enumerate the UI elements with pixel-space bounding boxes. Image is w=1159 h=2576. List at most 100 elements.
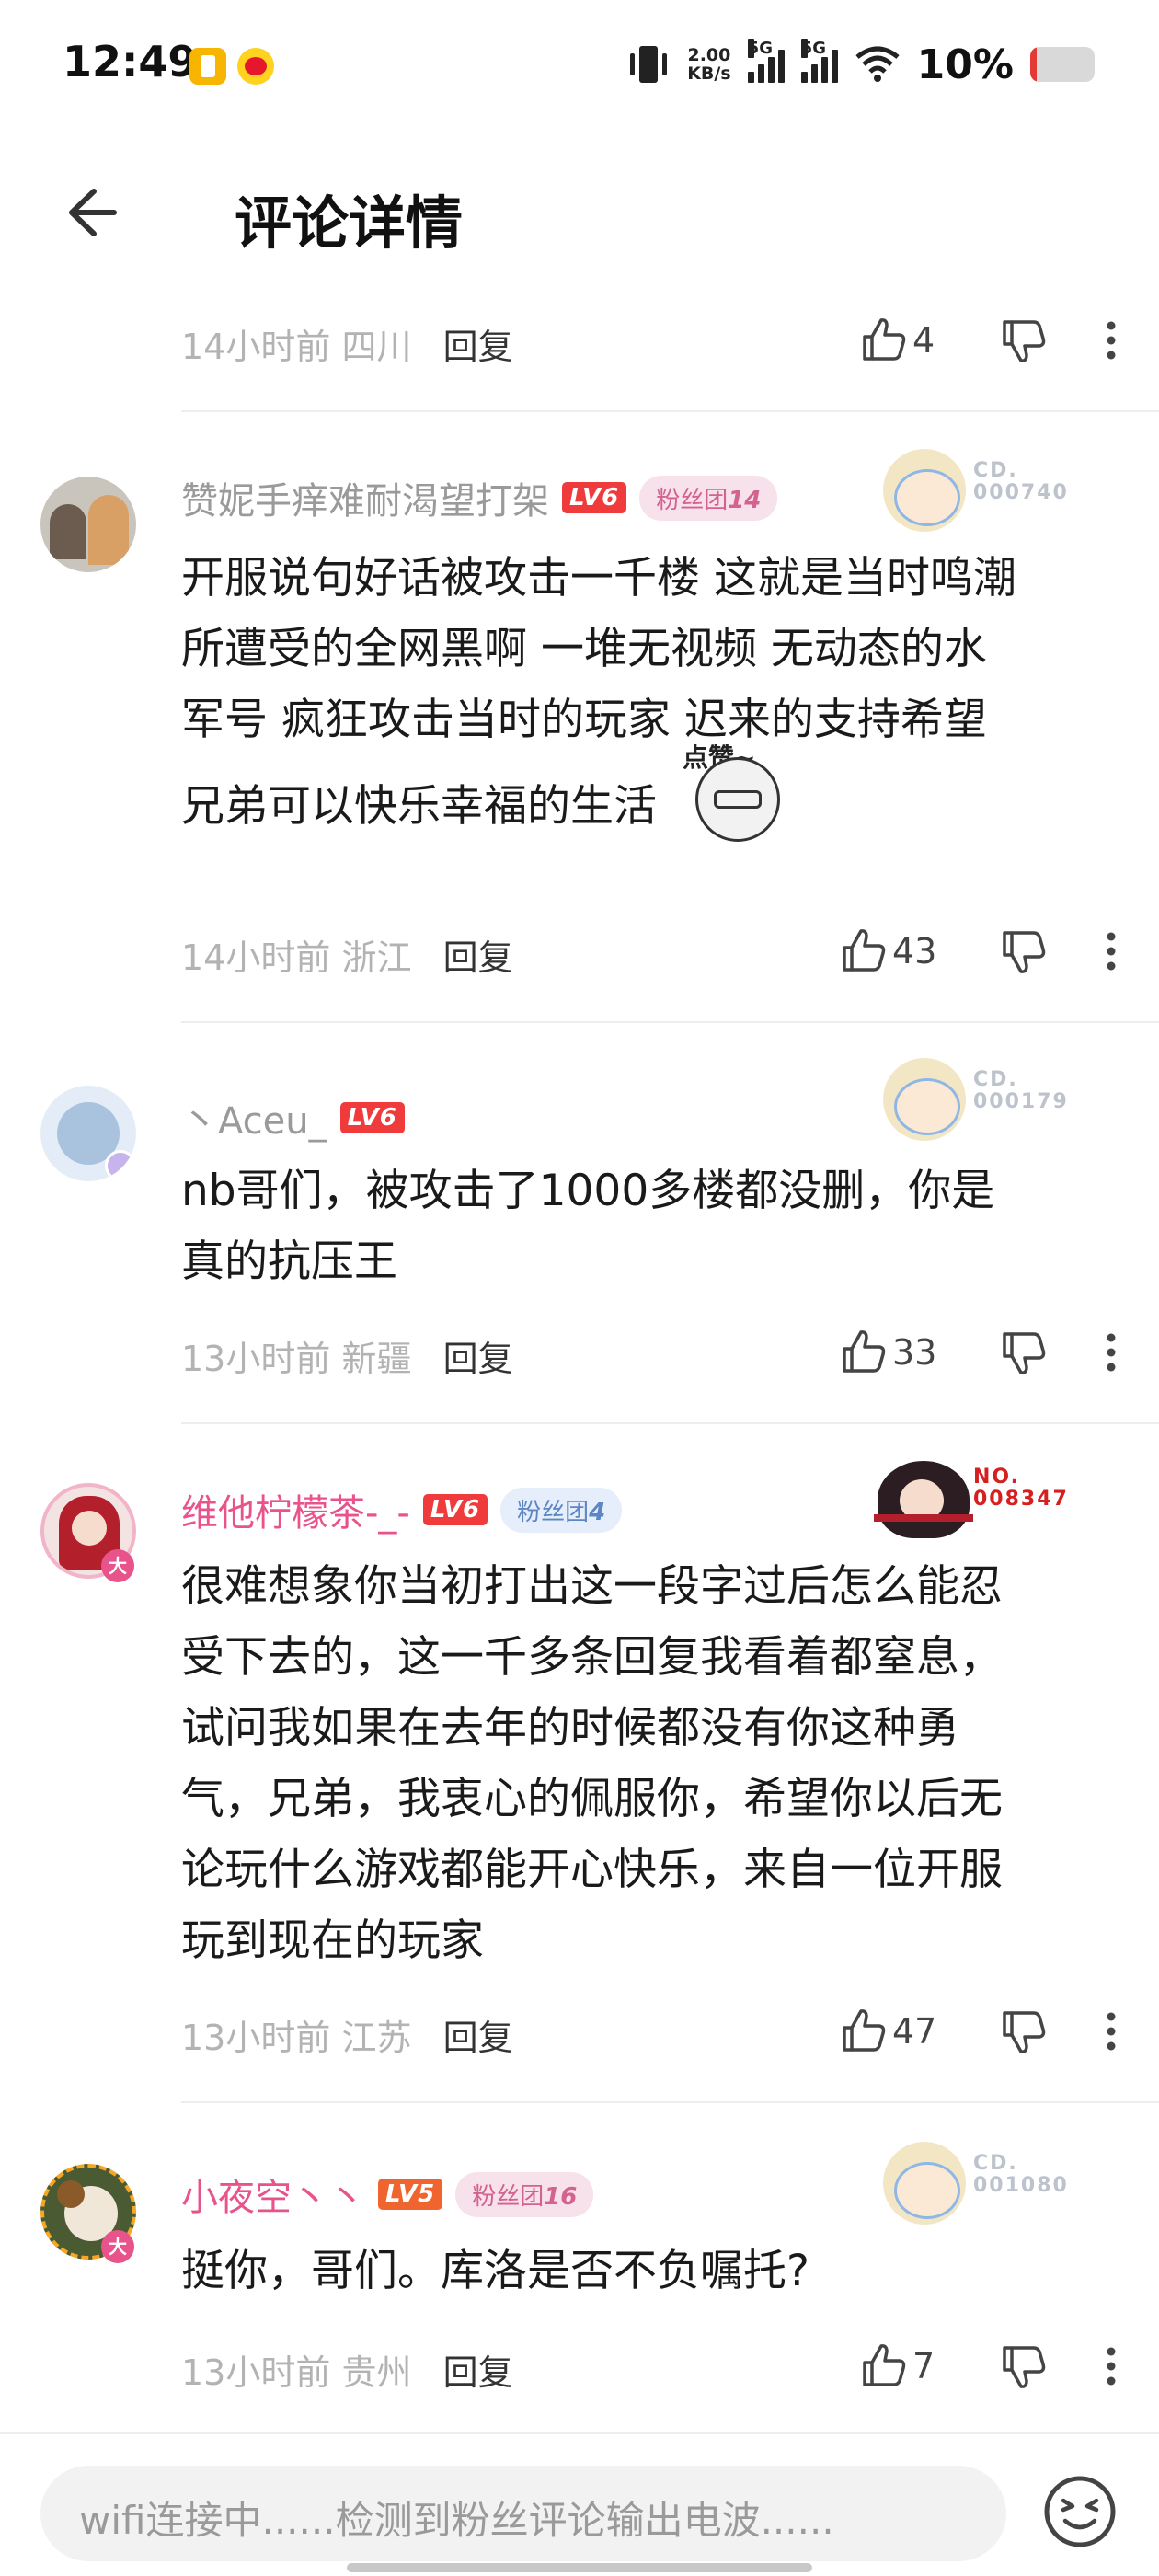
comment-text: 很难想象你当初打出这一段字过后怎么能忍 受下去的，这一千多条回复我看着都窒息， … xyxy=(181,1551,1129,1976)
comment-location: 新疆 xyxy=(341,1339,412,1379)
divider xyxy=(0,2432,1159,2434)
like-button[interactable]: 33 xyxy=(839,1328,936,1376)
fans-label: 粉丝团 xyxy=(517,1498,590,1526)
badge-digits: 000179 xyxy=(973,1090,1069,1113)
sim2-label: 5G xyxy=(800,39,826,58)
like-count: 33 xyxy=(892,1332,937,1373)
fans-level: 14 xyxy=(728,486,762,514)
reply-button[interactable]: 回复 xyxy=(443,2352,513,2393)
comment-username-row: 赞妮手痒难耐渴望打架 LV6 粉丝团14 xyxy=(181,471,778,524)
app-notification-icon xyxy=(189,48,226,85)
reply-button[interactable]: 回复 xyxy=(443,327,513,367)
reply-button[interactable]: 回复 xyxy=(443,1339,513,1379)
comment-time: 14小时前 xyxy=(181,937,331,978)
like-count: 7 xyxy=(912,2346,935,2386)
divider xyxy=(181,2101,1159,2103)
thumbs-down-icon[interactable] xyxy=(999,929,1047,977)
thumbs-up-icon xyxy=(863,318,906,361)
comment-location: 四川 xyxy=(341,327,412,367)
fans-badge: 粉丝团4 xyxy=(500,1487,623,1533)
comment-input[interactable]: wifi连接中......检测到粉丝评论输出电波...... xyxy=(40,2466,1006,2561)
username[interactable]: 小夜空丶丶 xyxy=(181,2168,365,2221)
speed-unit: KB/s xyxy=(687,63,731,84)
thumbs-up-icon xyxy=(843,929,886,972)
badge-prefix: NO. xyxy=(973,1466,1020,1489)
page-title: 评论详情 xyxy=(235,190,464,257)
like-count: 4 xyxy=(912,320,935,361)
comment-line: 挺你，哥们。库洛是否不负嘱托? xyxy=(181,2246,809,2296)
username[interactable]: 丶Aceu_ xyxy=(181,1091,327,1144)
like-count: 47 xyxy=(892,2011,937,2052)
clock: 12:49 xyxy=(63,37,198,86)
badge-digits: 000740 xyxy=(973,481,1069,504)
vip-tag: 大 xyxy=(101,1549,134,1582)
fans-badge: 粉丝团16 xyxy=(455,2171,594,2217)
fans-level: 4 xyxy=(589,1498,606,1526)
reply-button[interactable]: 回复 xyxy=(443,2018,513,2058)
username[interactable]: 赞妮手痒难耐渴望打架 xyxy=(181,471,549,524)
divider xyxy=(181,1021,1159,1023)
comment-text: 挺你，哥们。库洛是否不负嘱托? xyxy=(181,2236,1129,2306)
avatar[interactable] xyxy=(40,1086,136,1181)
badge-digits: 008347 xyxy=(973,1488,1069,1511)
like-count: 43 xyxy=(892,931,937,972)
level-badge: LV6 xyxy=(562,482,627,513)
comment-line: 玩到现在的玩家 xyxy=(181,1915,484,1966)
comment-time: 13小时前 xyxy=(181,2352,331,2393)
comment-meta: 14小时前 四川 回复 xyxy=(181,318,513,369)
badge-digits: 001080 xyxy=(973,2174,1069,2197)
comment-line: 开服说句好话被攻击一千楼 这就是当时鸣潮 xyxy=(181,553,1016,604)
more-vertical-icon[interactable] xyxy=(1106,2011,1117,2052)
more-vertical-icon[interactable] xyxy=(1106,2346,1117,2386)
thumbs-down-icon[interactable] xyxy=(999,1330,1047,1378)
battery-percent: 10% xyxy=(916,40,1014,88)
more-vertical-icon[interactable] xyxy=(1106,1332,1117,1373)
like-sticker: 点赞~ xyxy=(668,722,797,842)
like-button[interactable]: 47 xyxy=(839,2007,936,2055)
comment-line: nb哥们，被攻击了1000多楼都没删，你是 xyxy=(181,1166,995,1216)
comment-text: 开服说句好话被攻击一千楼 这就是当时鸣潮 所遭受的全网黑啊 一堆无视频 无动态的… xyxy=(181,543,1129,842)
comment-username-row: 丶Aceu_ LV6 xyxy=(181,1091,405,1144)
badge-number: NO. 008347 xyxy=(973,1466,1069,1511)
comment-line: 试问我如果在去年的时候都没有你这种勇 xyxy=(181,1703,959,1754)
comment-line: 很难想象你当初打出这一段字过后怎么能忍 xyxy=(181,1561,1003,1612)
fans-label: 粉丝团 xyxy=(656,486,729,514)
comment-line: 所遭受的全网黑啊 一堆无视频 无动态的水 xyxy=(181,624,987,674)
like-button[interactable]: 43 xyxy=(839,927,936,975)
vibrate-icon xyxy=(630,46,668,83)
thumbs-up-icon xyxy=(863,2344,906,2386)
like-button[interactable]: 4 xyxy=(859,316,935,364)
thumbs-down-icon[interactable] xyxy=(999,2344,1047,2392)
reply-button[interactable]: 回复 xyxy=(443,937,513,978)
home-indicator[interactable] xyxy=(347,2563,812,2572)
divider xyxy=(181,1422,1159,1424)
emoji-icon[interactable] xyxy=(1041,2473,1119,2550)
fans-badge: 粉丝团14 xyxy=(639,475,778,521)
fan-card-badge: NO. 008347 xyxy=(874,1455,1067,1547)
input-placeholder: wifi连接中......检测到粉丝评论输出电波...... xyxy=(79,2498,834,2543)
comment-meta: 13小时前 贵州 回复 xyxy=(181,2344,513,2395)
more-vertical-icon[interactable] xyxy=(1106,931,1117,972)
more-vertical-icon[interactable] xyxy=(1106,320,1117,361)
comment-line: 论玩什么游戏都能开心快乐，来自一位开服 xyxy=(181,1845,1003,1895)
like-button[interactable]: 7 xyxy=(859,2342,935,2390)
thumbs-down-icon[interactable] xyxy=(999,2009,1047,2057)
username[interactable]: 维他柠檬茶-_- xyxy=(181,1483,410,1536)
divider xyxy=(181,410,1159,412)
weibo-notification-icon xyxy=(237,48,274,85)
level-badge: LV6 xyxy=(422,1494,488,1525)
avatar[interactable] xyxy=(40,477,136,572)
comment-line: 真的抗压王 xyxy=(181,1236,397,1287)
badge-number: CD. 000740 xyxy=(973,460,1069,504)
fan-card-badge: CD. 000740 xyxy=(874,449,1067,541)
comment-line: 兄弟可以快乐幸福的生活 xyxy=(181,781,657,832)
signal-icon: 5G xyxy=(800,39,838,83)
thumbs-down-icon[interactable] xyxy=(999,318,1047,366)
speed-value: 2.00 xyxy=(687,45,731,65)
vip-tag: 大 xyxy=(101,2230,134,2263)
back-arrow-icon[interactable] xyxy=(57,180,121,245)
comment-location: 浙江 xyxy=(341,937,412,978)
fans-level: 16 xyxy=(544,2182,578,2211)
thumbs-up-icon xyxy=(843,2009,886,2052)
level-badge: LV5 xyxy=(378,2179,443,2210)
